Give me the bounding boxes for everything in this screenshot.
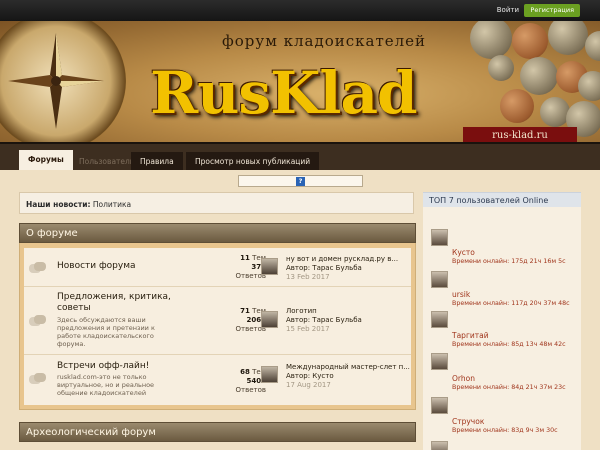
compass-icon	[0, 21, 126, 142]
coin-image	[488, 55, 514, 81]
category-about-forum: О форуме Новости форума 11 Тем 378 Ответ…	[19, 223, 416, 410]
category-title[interactable]: О форуме	[19, 223, 416, 243]
site-url-label: rus-klad.ru	[463, 127, 577, 142]
forum-description: Здесь обсуждаются ваши предложения и пре…	[57, 316, 155, 348]
forum-row[interactable]: Предложения, критика, советы Здесь обсуж…	[24, 287, 411, 355]
avatar[interactable]	[431, 353, 448, 370]
avatar[interactable]	[431, 397, 448, 414]
answers-label: Ответов	[235, 386, 266, 394]
news-bar: Наши новости: Политика	[19, 192, 414, 214]
user-name[interactable]: Кусто	[452, 248, 475, 257]
forum-chat-icon	[29, 262, 46, 274]
sidebar-body: Кусто Времени онлайн: 175д 21ч 16м 5с ursi…	[423, 207, 581, 450]
register-button[interactable]: Регистрация	[524, 4, 580, 17]
coin-image	[512, 23, 548, 59]
forum-title[interactable]: Предложения, критика, советы	[57, 292, 182, 314]
question-icon[interactable]: ?	[296, 177, 305, 186]
last-post-title[interactable]: Международный мастер-слет п...	[286, 363, 410, 371]
avatar[interactable]	[261, 311, 278, 328]
avatar[interactable]	[261, 366, 278, 383]
search-bar[interactable]: ?	[238, 175, 363, 187]
forum-row[interactable]: Встречи офф-лайн! rusklad.com-это не тол…	[24, 355, 411, 405]
last-post-author[interactable]: Автор: Кусто	[286, 372, 334, 380]
avatar[interactable]	[431, 229, 448, 246]
forum-list: Наши новости: Политика О форуме Новости …	[17, 188, 417, 450]
login-link[interactable]: Войти	[497, 6, 519, 14]
category-title[interactable]: Археологический форум	[19, 422, 416, 442]
user-name[interactable]: Стручок	[452, 417, 484, 426]
user-name[interactable]: ursik	[452, 290, 470, 299]
main-navigation: Форумы Пользователи Правила Просмотр нов…	[0, 142, 600, 172]
coin-image	[520, 57, 558, 95]
tab-new-posts[interactable]: Просмотр новых публикаций	[186, 152, 320, 172]
coin-image	[578, 71, 600, 101]
last-post: Логотип Автор: Тарас Бульба 15 Feb 2017	[286, 307, 411, 334]
forum-title[interactable]: Встречи офф-лайн!	[57, 361, 149, 371]
user-online-time: Времени онлайн: 83д 9ч 3м 30с	[452, 427, 558, 434]
last-post: ну вот и домен русклад.ру в... Автор: Та…	[286, 255, 411, 282]
last-post-date: 17 Aug 2017	[286, 381, 331, 389]
user-name[interactable]: Orhon	[452, 374, 475, 383]
category-archaeology: Археологический форум	[19, 422, 416, 442]
last-post-title[interactable]: ну вот и домен русклад.ру в...	[286, 255, 398, 263]
last-post-date: 13 Feb 2017	[286, 273, 330, 281]
forum-chat-icon	[29, 315, 46, 327]
forum-title[interactable]: Новости форума	[57, 261, 136, 271]
user-name[interactable]: Таргитай	[452, 331, 489, 340]
coin-image	[470, 21, 512, 59]
forum-row[interactable]: Новости форума 11 Тем 378 Ответов ну вот…	[24, 248, 411, 287]
topics-count: 68	[240, 368, 250, 376]
last-post-author[interactable]: Автор: Тарас Бульба	[286, 316, 362, 324]
topics-count: 71	[240, 307, 250, 315]
tab-forums[interactable]: Форумы	[19, 150, 73, 172]
forum-description: rusklad.com-это не только виртуальное, н…	[57, 373, 155, 397]
online-users-sidebar: ТОП 7 пользователей Online Кусто Времени …	[423, 192, 581, 450]
coin-image	[548, 21, 588, 55]
avatar[interactable]	[431, 311, 448, 328]
tab-rules[interactable]: Правила	[131, 152, 183, 172]
avatar[interactable]	[261, 258, 278, 275]
top-bar: Войти Регистрация	[0, 0, 600, 21]
last-post: Международный мастер-слет п... Автор: Ку…	[286, 363, 411, 390]
category-body: Новости форума 11 Тем 378 Ответов ну вот…	[19, 243, 416, 410]
avatar[interactable]	[431, 271, 448, 288]
topics-count: 11	[240, 254, 250, 262]
forum-chat-icon	[29, 373, 46, 385]
last-post-title[interactable]: Логотип	[286, 307, 317, 315]
user-online-time: Времени онлайн: 175д 21ч 16м 5с	[452, 258, 566, 265]
site-logo-title: RusKlad	[150, 59, 418, 127]
coin-image	[500, 89, 534, 123]
last-post-date: 15 Feb 2017	[286, 325, 330, 333]
sidebar-title: ТОП 7 пользователей Online	[423, 192, 581, 207]
banner-subtitle: форум кладоискателей	[222, 32, 427, 50]
user-online-time: Времени онлайн: 117д 20ч 37м 48с	[452, 300, 570, 307]
last-post-author[interactable]: Автор: Тарас Бульба	[286, 264, 362, 272]
user-online-time: Времени онлайн: 85д 13ч 48м 42с	[452, 341, 566, 348]
avatar[interactable]	[431, 441, 448, 450]
user-online-time: Времени онлайн: 84д 21ч 37м 23с	[452, 384, 566, 391]
news-link[interactable]: Политика	[93, 200, 131, 209]
news-label: Наши новости:	[26, 200, 91, 209]
site-banner[interactable]: форум кладоискателей RusKlad rus-klad.ru	[0, 21, 600, 142]
